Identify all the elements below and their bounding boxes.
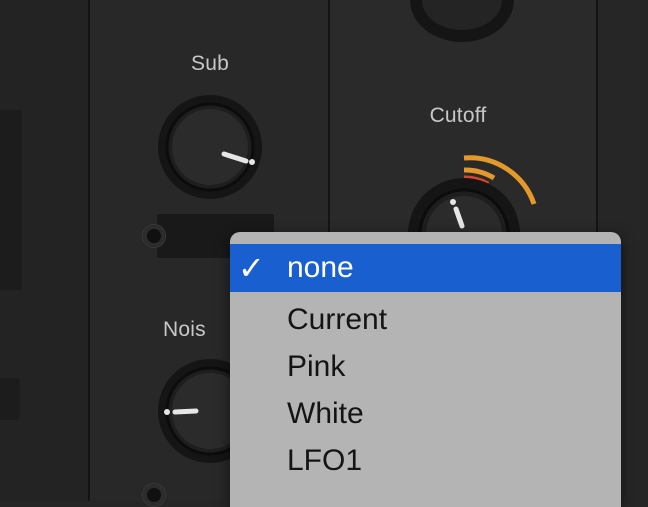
menu-item-none[interactable]: ✓ none: [230, 244, 621, 292]
menu-item-label: none: [287, 251, 354, 284]
menu-item-label: Current: [287, 303, 388, 336]
menu-item-label: White: [287, 397, 364, 430]
noise-cv-jack[interactable]: [143, 484, 165, 506]
menu-item-pink[interactable]: Pink: [230, 343, 621, 391]
noise-source-dropdown-menu: ✓ none Current Pink White LFO1: [230, 232, 621, 507]
checkmark-icon: ✓: [238, 250, 265, 286]
left-edge-tab: [0, 110, 22, 290]
sub-cv-jack[interactable]: [143, 225, 165, 247]
cutoff-label: Cutoff: [429, 104, 487, 127]
left-edge-tab: [0, 378, 20, 420]
menu-item-lfo1[interactable]: LFO1: [230, 437, 621, 485]
resonance-knob-partial[interactable]: [400, 0, 524, 50]
menu-item-current[interactable]: Current: [230, 296, 621, 344]
menu-item-label: Pink: [287, 350, 346, 383]
sub-knob[interactable]: [148, 92, 272, 202]
sub-label: Sub: [191, 52, 229, 75]
menu-item-white[interactable]: White: [230, 390, 621, 438]
noise-label: Nois: [163, 318, 206, 341]
menu-item-label: LFO1: [287, 444, 363, 477]
